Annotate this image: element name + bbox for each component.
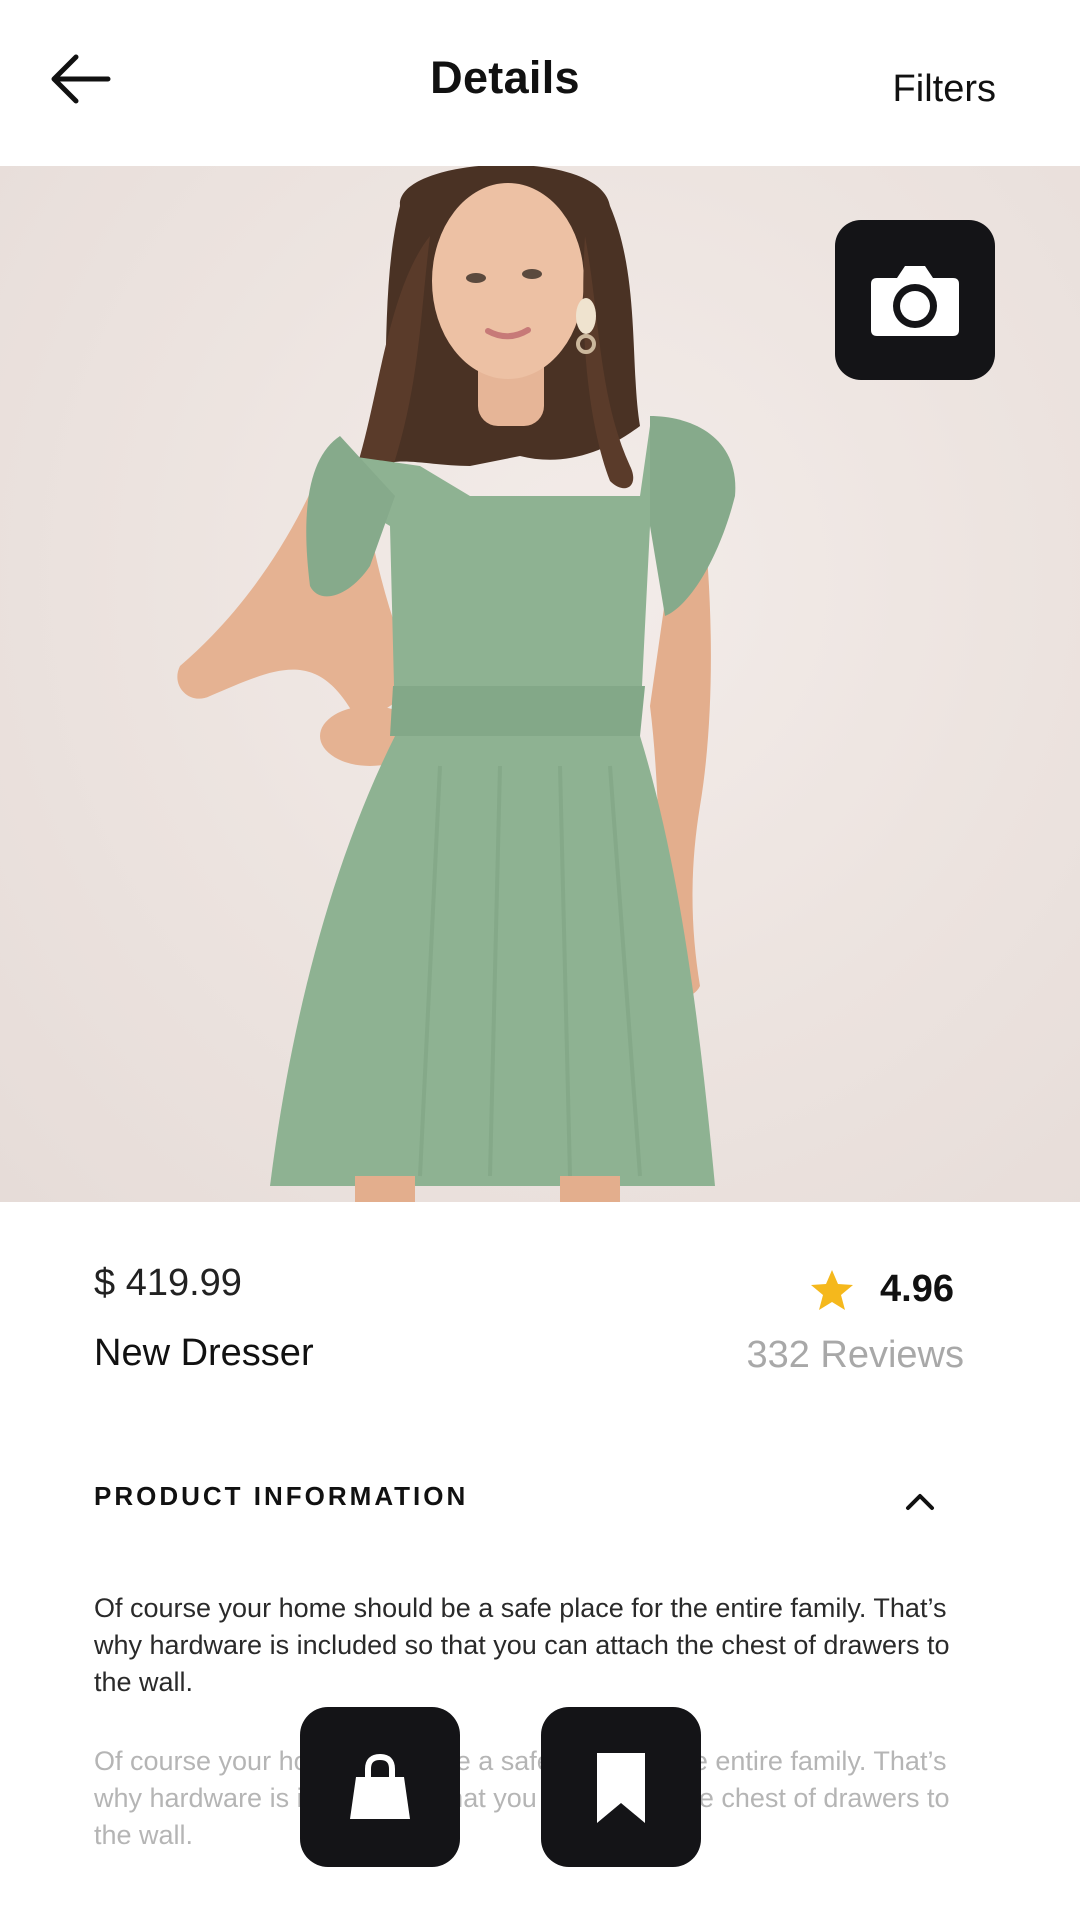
bookmark-icon [597,1753,645,1823]
bookmark-button[interactable] [541,1707,701,1867]
camera-icon [871,266,959,336]
filters-button[interactable]: Filters [893,68,996,111]
camera-button[interactable] [835,220,995,380]
add-to-bag-button[interactable] [300,1707,460,1867]
collapse-toggle[interactable] [900,1486,940,1516]
description-paragraph-faded: Of course your home should be a safe pla… [94,1746,950,1850]
product-price: $ 419.99 [94,1262,242,1304]
section-title: PRODUCT INFORMATION [94,1481,469,1511]
shopping-bag-icon [350,1753,410,1819]
rating-value: 4.96 [880,1268,954,1310]
reviews-count[interactable]: 332 Reviews [746,1334,964,1377]
description-paragraph: Of course your home should be a safe pla… [94,1593,950,1697]
star-icon [811,1270,853,1310]
chevron-up-icon [906,1494,934,1510]
product-name: New Dresser [94,1332,314,1374]
page-title: Details [430,52,580,103]
